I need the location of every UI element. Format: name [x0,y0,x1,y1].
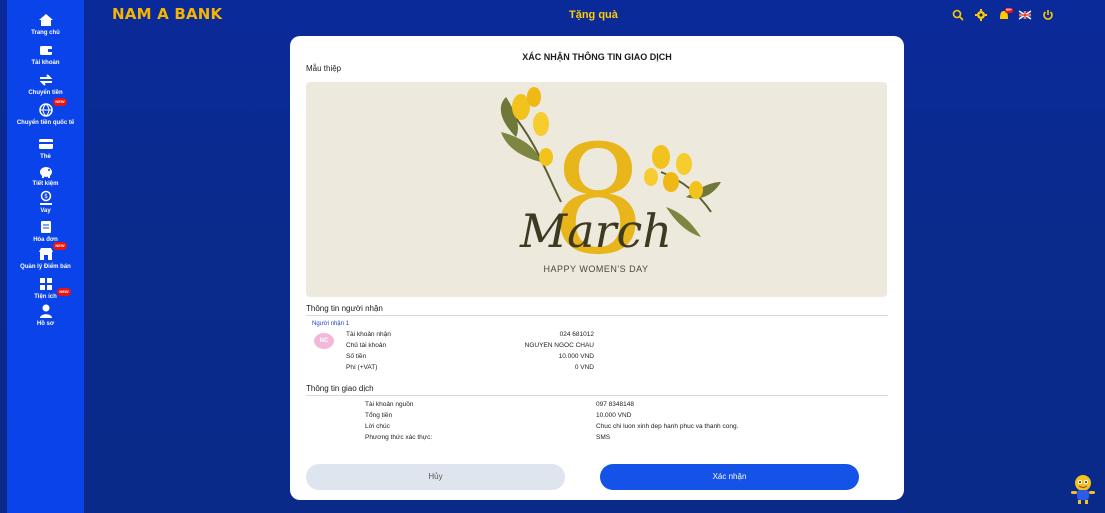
home-icon [37,12,55,28]
sidebar-item-label: Chuyển tiền [28,90,63,96]
svg-text:$: $ [44,193,48,200]
divider [306,315,888,316]
card-template-label: Mẫu thiệp [306,64,342,73]
search-icon[interactable] [951,8,965,22]
sidebar-item-label: Chuyển tiền quốc tế [16,120,75,126]
recipient-row-label: Chủ tài khoản [346,342,387,349]
top-bar: NAM A BANK Tặng quà 99+ [84,0,1105,30]
grid-icon [37,276,55,292]
cancel-button[interactable]: Hủy [306,464,565,490]
sidebar-item-transfer[interactable]: Chuyển tiền [7,72,84,97]
notification-icon[interactable]: 99+ [997,8,1013,22]
transaction-row-value: Chuc chi luon xinh dep hanh phuc va than… [596,423,739,430]
sidebar-item-label: Quản lý Điểm bán [20,264,71,270]
recipient-row-label: Tài khoản nhận [346,331,391,338]
recipient-row-label: Số tiền [346,353,367,360]
transaction-row-value: SMS [596,434,611,441]
sidebar-item-savings[interactable]: Tiết kiệm [7,163,84,188]
transaction-section-title: Thông tin giao dịch [306,384,374,393]
sidebar-item-home[interactable]: Trang chủ [7,12,84,37]
womens-day-illustration: 8 March HAPPY WOMEN'S DAY [500,87,721,288]
recipient-row-value: NGUYEN NGOC CHAU [524,342,594,349]
sidebar-item-account[interactable]: Tài khoản [7,42,84,67]
sidebar-item-store-management[interactable]: NEW Quản lý Điểm bán [7,242,84,271]
wallet-icon [37,42,55,58]
bank-logo[interactable]: NAM A BANK [112,5,222,23]
greeting-card-preview[interactable]: 8 March HAPPY WOMEN'S DAY [306,82,887,297]
new-badge: NEW [57,288,71,296]
dialog-title: XÁC NHẬN THÔNG TIN GIAO DỊCH [522,52,672,62]
confirmation-dialog: XÁC NHẬN THÔNG TIN GIAO DỊCH Mẫu thiệp 8… [290,36,904,500]
sidebar-item-international-transfer[interactable]: NEW Chuyển tiền quốc tế [7,98,84,127]
transaction-row-label: Tài khoản nguồn [365,401,414,408]
globe-icon [37,102,55,118]
power-icon[interactable] [1041,8,1055,22]
sidebar-item-card[interactable]: Thẻ [7,136,84,161]
sidebar-item-label: Hóa đơn [33,237,58,243]
sidebar-item-profile[interactable]: Hồ sơ [7,303,84,328]
transaction-row-label: Phương thức xác thực: [365,434,433,441]
bill-icon [37,219,55,235]
sidebar-item-label: Tài khoản [31,60,60,66]
recipient-row-value: 024 681012 [559,331,594,338]
recipient-row-value: 0 VND [574,364,594,371]
transaction-row-label: Tổng tiền [365,412,393,419]
transaction-row-value: 097 8348148 [596,401,634,408]
page-title: Tặng quà [569,9,618,21]
profile-icon [37,303,55,319]
recipient-row-value: 10.000 VND [558,353,594,360]
card-number: 8 [550,114,645,288]
sidebar-item-loan[interactable]: $ Vay [7,190,84,215]
confirm-button[interactable]: Xác nhận [600,464,859,490]
sidebar-item-bill[interactable]: Hóa đơn [7,219,84,244]
sidebar-item-label: Tiện ích [34,294,57,300]
sidebar-item-label: Thẻ [40,154,51,160]
sidebar-item-label: Hồ sơ [36,321,55,327]
sidebar-item-label: Vay [40,208,51,214]
assistant-mascot-icon[interactable] [1068,473,1098,505]
transaction-row-label: Lời chúc [365,423,390,430]
piggy-bank-icon [37,163,55,179]
gear-icon[interactable] [974,8,988,22]
sidebar-item-utilities[interactable]: NEW Tiện ích [7,276,84,301]
new-badge: NEW [53,242,67,250]
transfer-icon [37,72,55,88]
new-badge: NEW [53,98,67,106]
loan-icon: $ [37,190,55,206]
card-icon [37,136,55,152]
card-caption: HAPPY WOMEN'S DAY [544,264,649,274]
avatar: NC [314,333,334,349]
sidebar-item-label: Tiết kiệm [32,181,59,187]
language-flag-icon[interactable] [1018,8,1032,22]
recipient-heading: Người nhận 1 [312,321,349,327]
transaction-row-value: 10.000 VND [596,412,632,419]
card-script-text: March [519,204,672,258]
sidebar: Trang chủ Tài khoản Chuyển tiền NEW Chuy… [7,0,84,513]
divider [306,395,888,396]
recipient-row-label: Phí (+VAT) [346,364,378,371]
notification-count: 99+ [1006,8,1012,12]
recipient-section-title: Thông tin người nhận [306,304,383,313]
store-icon [37,246,55,262]
sidebar-item-label: Trang chủ [31,30,60,36]
